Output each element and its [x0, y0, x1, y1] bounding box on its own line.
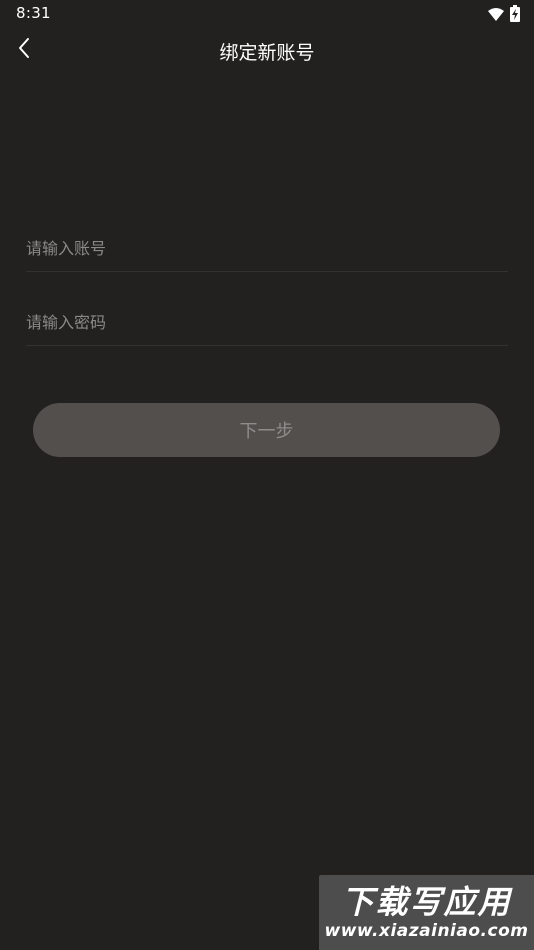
battery-charging-icon — [510, 5, 520, 26]
watermark: 下载写应用 www.xiazainiao.com — [319, 875, 534, 950]
password-field — [26, 299, 508, 346]
watermark-url: www.xiazainiao.com — [324, 920, 529, 941]
password-input[interactable] — [26, 299, 508, 345]
account-input[interactable] — [26, 225, 508, 271]
next-button[interactable]: 下一步 — [33, 403, 500, 457]
status-time: 8:31 — [16, 4, 51, 22]
account-field — [26, 225, 508, 272]
status-bar: 8:31 — [0, 0, 534, 28]
watermark-title: 下载写应用 — [341, 882, 512, 921]
page-title: 绑定新账号 — [219, 42, 315, 64]
status-icons — [488, 5, 520, 26]
wifi-icon — [488, 6, 504, 25]
app-bar: 绑定新账号 — [0, 28, 534, 74]
